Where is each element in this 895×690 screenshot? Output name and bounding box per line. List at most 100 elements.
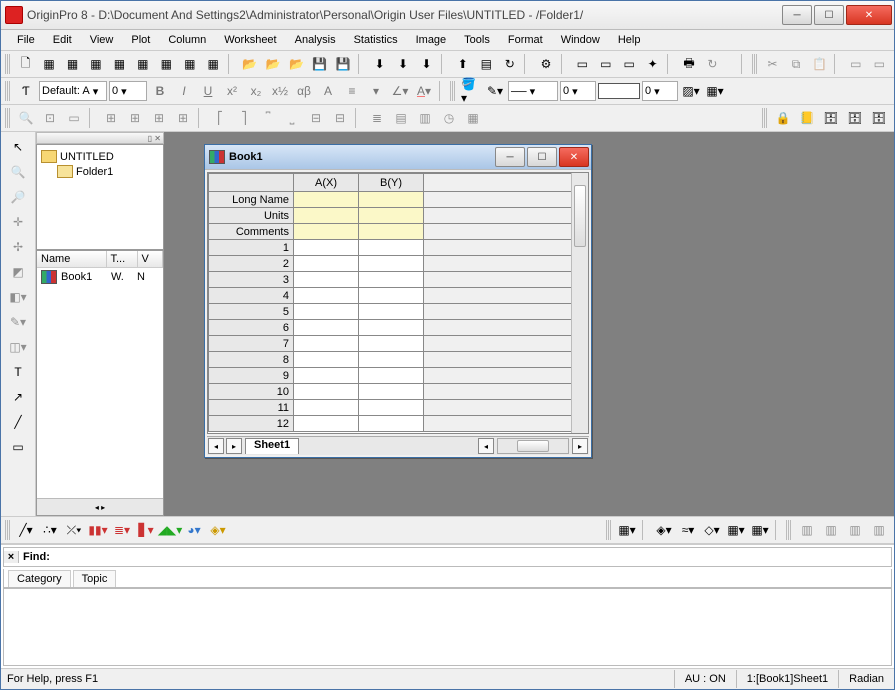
- new-2-icon[interactable]: ▦: [179, 53, 200, 75]
- folder-tree[interactable]: UNTITLED Folder1: [37, 145, 163, 183]
- print-icon[interactable]: 🖶: [678, 53, 699, 75]
- menu-statistics[interactable]: Statistics: [346, 32, 406, 48]
- row-header[interactable]: 5: [209, 304, 294, 320]
- menu-tools[interactable]: Tools: [456, 32, 498, 48]
- arrow-tool-icon[interactable]: ↗: [6, 386, 30, 408]
- db2-icon[interactable]: 🗄: [844, 107, 866, 129]
- pointer-tool-icon[interactable]: ↖: [6, 136, 30, 158]
- cell[interactable]: [294, 304, 359, 320]
- tree-root[interactable]: UNTITLED: [41, 149, 159, 164]
- child-close-button[interactable]: ✕: [559, 147, 589, 167]
- col-type[interactable]: T...: [107, 251, 138, 267]
- row-header[interactable]: 12: [209, 416, 294, 432]
- toolbar-grip[interactable]: [752, 54, 757, 74]
- explorer-hscroll[interactable]: ◂ ▸: [37, 498, 163, 515]
- draw-data-icon[interactable]: ✎▾: [6, 311, 30, 333]
- zoom-in-icon[interactable]: 🔍: [6, 161, 30, 183]
- cell[interactable]: [294, 416, 359, 432]
- cell[interactable]: [359, 352, 424, 368]
- cell[interactable]: [359, 336, 424, 352]
- data-reader-icon[interactable]: ✢: [6, 236, 30, 258]
- tab-category[interactable]: Category: [8, 570, 71, 587]
- save-template-icon[interactable]: 💾: [333, 53, 354, 75]
- pattern-icon[interactable]: ▨▾: [680, 80, 702, 102]
- explorer-header[interactable]: ▯ ✕: [36, 132, 164, 144]
- scatter-plot-icon[interactable]: ∴▾: [39, 519, 61, 541]
- gradient-icon[interactable]: ▦▾: [704, 80, 726, 102]
- import-wizard-icon[interactable]: ⬇: [369, 53, 390, 75]
- supersub-icon[interactable]: x½: [269, 80, 291, 102]
- align-drop-icon[interactable]: ▾: [365, 80, 387, 102]
- find-input[interactable]: [54, 548, 891, 566]
- new-graph-icon[interactable]: ▦: [38, 53, 59, 75]
- data-selector-icon[interactable]: ◩: [6, 261, 30, 283]
- menu-analysis[interactable]: Analysis: [287, 32, 344, 48]
- find-close-icon[interactable]: ×: [4, 551, 19, 563]
- extract-icon[interactable]: ⊞: [100, 107, 122, 129]
- lock-auto-icon[interactable]: 🔒: [772, 107, 794, 129]
- paste-icon[interactable]: 📋: [809, 53, 830, 75]
- right-align-icon[interactable]: ⎤: [233, 107, 255, 129]
- row-header[interactable]: 4: [209, 288, 294, 304]
- duplicate-icon[interactable]: ▭: [845, 53, 866, 75]
- code-builder-icon[interactable]: ⚙: [535, 53, 556, 75]
- bold-icon[interactable]: B: [149, 80, 171, 102]
- cell[interactable]: [359, 272, 424, 288]
- child-minimize-button[interactable]: ─: [495, 147, 525, 167]
- line-color-icon[interactable]: ✎▾: [484, 80, 506, 102]
- cell[interactable]: [294, 272, 359, 288]
- column-header[interactable]: B(Y): [359, 174, 424, 192]
- menu-worksheet[interactable]: Worksheet: [216, 32, 284, 48]
- cut-icon[interactable]: ✂: [762, 53, 783, 75]
- new-notes-icon[interactable]: ▦: [132, 53, 153, 75]
- area-plot-icon[interactable]: ◢◣▾: [159, 519, 181, 541]
- text-tool-icon[interactable]: Ƭ: [15, 80, 37, 102]
- cell[interactable]: [294, 192, 359, 208]
- wks-col1-icon[interactable]: ▥: [796, 519, 818, 541]
- column2-icon[interactable]: ▋▾: [135, 519, 157, 541]
- row-header[interactable]: 6: [209, 320, 294, 336]
- bar-plot-icon[interactable]: ≣▾: [111, 519, 133, 541]
- top-align-icon[interactable]: ⎴: [257, 107, 279, 129]
- cell[interactable]: [359, 384, 424, 400]
- open-excel-icon[interactable]: 📂: [286, 53, 307, 75]
- list-item[interactable]: Book1 W. N: [37, 268, 163, 286]
- toolbar-grip[interactable]: [450, 81, 455, 101]
- export-icon[interactable]: ⬆: [452, 53, 473, 75]
- bottom-align-icon[interactable]: ⎵: [281, 107, 303, 129]
- font-color-icon[interactable]: A▾: [413, 80, 435, 102]
- fill-color-icon[interactable]: 🪣▾: [460, 80, 482, 102]
- line-style-combo[interactable]: ── ▾: [508, 81, 558, 101]
- whole-page-icon[interactable]: ▭: [63, 107, 85, 129]
- vertical-scrollbar[interactable]: [571, 173, 588, 433]
- col-view[interactable]: V: [138, 251, 164, 267]
- cell[interactable]: [359, 240, 424, 256]
- row-header[interactable]: 2: [209, 256, 294, 272]
- cell[interactable]: [294, 352, 359, 368]
- menu-edit[interactable]: Edit: [45, 32, 80, 48]
- cell[interactable]: [294, 400, 359, 416]
- cell[interactable]: [359, 288, 424, 304]
- menu-window[interactable]: Window: [553, 32, 608, 48]
- greek-icon[interactable]: αβ: [293, 80, 315, 102]
- cell[interactable]: [359, 224, 424, 240]
- cell[interactable]: [294, 240, 359, 256]
- menu-column[interactable]: Column: [160, 32, 214, 48]
- underline-icon[interactable]: U: [197, 80, 219, 102]
- menu-image[interactable]: Image: [408, 32, 455, 48]
- horizontal-scrollbar[interactable]: [497, 438, 569, 454]
- results-body[interactable]: [3, 588, 892, 666]
- rescale-icon[interactable]: ⊡: [39, 107, 61, 129]
- grid-icon[interactable]: ▦: [462, 107, 484, 129]
- cell[interactable]: [294, 368, 359, 384]
- tree-child[interactable]: Folder1: [41, 164, 159, 179]
- cell[interactable]: [294, 256, 359, 272]
- close-button[interactable]: ✕: [846, 5, 892, 25]
- cell[interactable]: [359, 416, 424, 432]
- menu-file[interactable]: File: [9, 32, 43, 48]
- notes-icon[interactable]: 📒: [796, 107, 818, 129]
- cell[interactable]: [359, 208, 424, 224]
- contour-icon[interactable]: ▦▾: [725, 519, 747, 541]
- center-v-icon[interactable]: ⊟: [329, 107, 351, 129]
- toolbar-grip[interactable]: [5, 108, 10, 128]
